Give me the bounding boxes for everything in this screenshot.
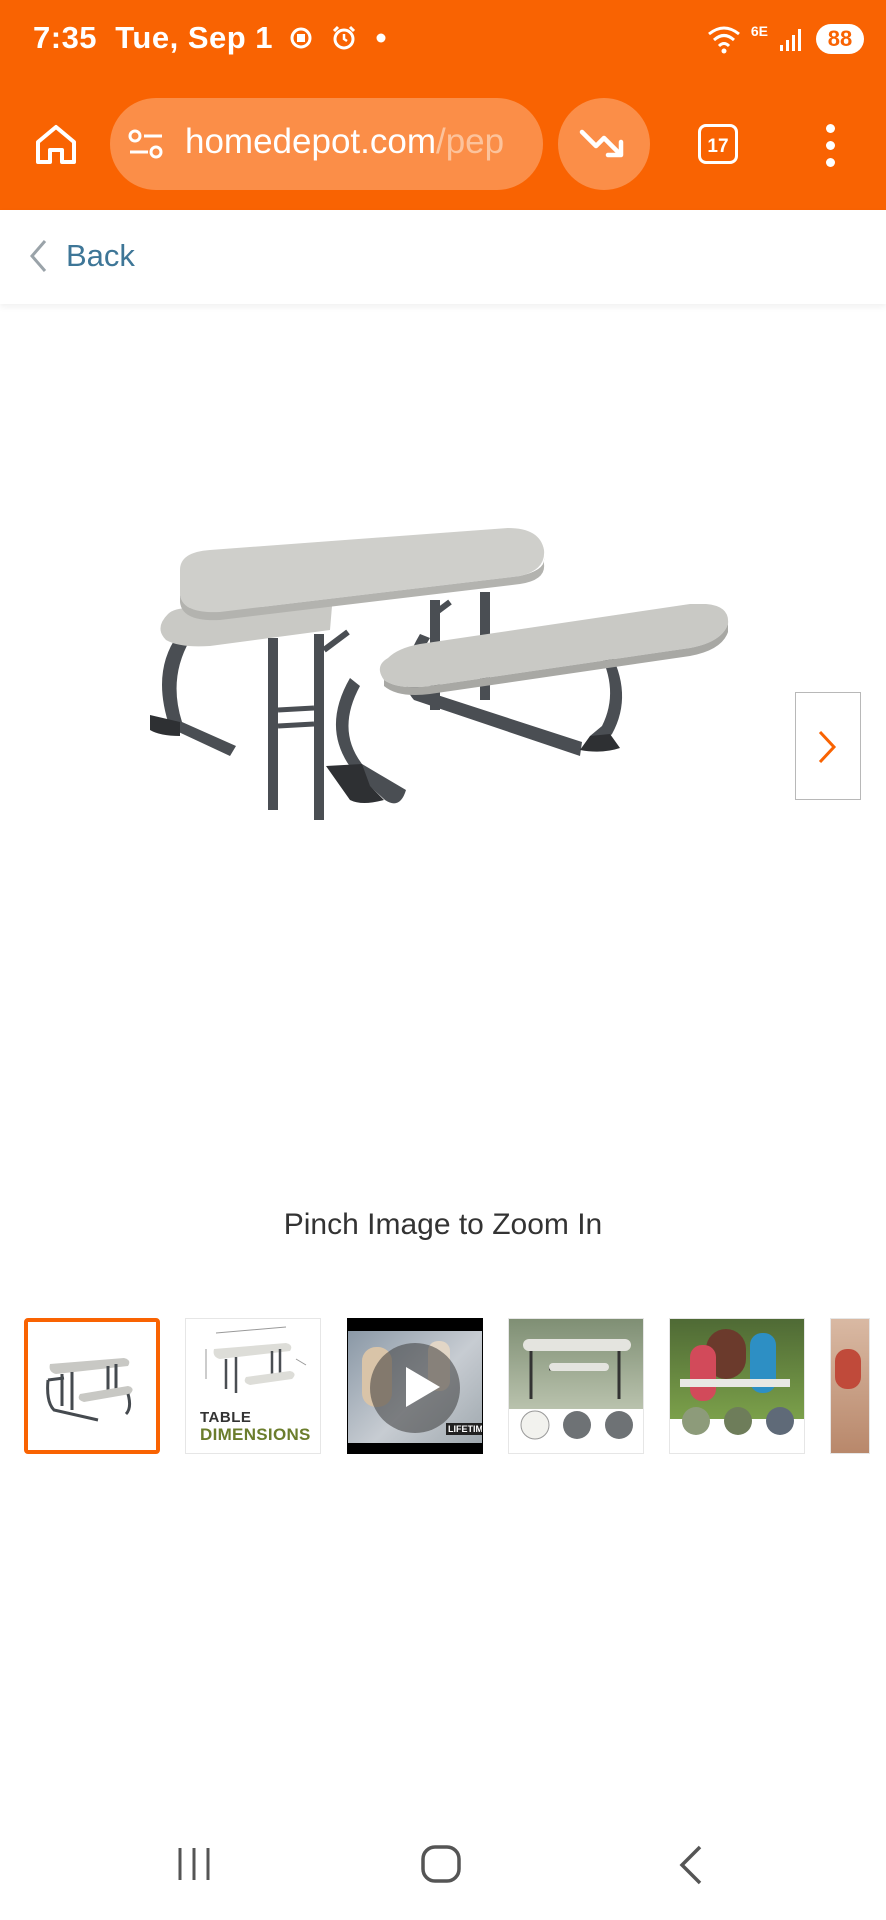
status-bar: 7:35 Tue, Sep 1 6E 88 bbox=[0, 0, 886, 84]
back-nav-icon[interactable] bbox=[676, 1844, 706, 1886]
dot-indicator-icon bbox=[376, 33, 386, 43]
battery-indicator: 88 bbox=[816, 24, 864, 54]
network-label: 6E bbox=[750, 23, 768, 39]
play-icon bbox=[406, 1367, 440, 1407]
thumbnail-2[interactable]: TABLE DIMENSIONS bbox=[185, 1318, 321, 1454]
thumbnail-caption-line2: DIMENSIONS bbox=[200, 1425, 311, 1444]
next-image-button[interactable] bbox=[795, 692, 861, 800]
thumbnail-4[interactable] bbox=[508, 1318, 644, 1454]
thumbnail-caption-line1: TABLE bbox=[200, 1409, 252, 1426]
wifi-icon bbox=[707, 26, 740, 54]
thumbnail-strip: TABLE DIMENSIONS LIFETIME bbox=[24, 1318, 886, 1458]
recent-apps-icon[interactable] bbox=[174, 1844, 214, 1884]
product-image[interactable] bbox=[150, 510, 750, 990]
thumbnail-product-image bbox=[46, 1358, 133, 1422]
trending-down-icon bbox=[579, 129, 624, 158]
back-button[interactable]: Back bbox=[28, 238, 135, 274]
tab-switcher-button[interactable]: 17 bbox=[698, 124, 738, 164]
chevron-left-icon bbox=[30, 240, 47, 272]
thumbnail-6[interactable] bbox=[830, 1318, 870, 1454]
back-label: Back bbox=[66, 238, 135, 273]
thumbnail-dimensions-image bbox=[205, 1326, 307, 1393]
status-time: 7:35 Tue, Sep 1 bbox=[33, 20, 274, 55]
home-nav-icon[interactable] bbox=[420, 1844, 462, 1884]
thumbnail-lifestyle-circles bbox=[682, 1407, 794, 1435]
thumbnail-features-image bbox=[520, 1339, 633, 1440]
system-nav-bar bbox=[0, 1810, 886, 1920]
browser-toolbar: homedepot.com/pep 17 bbox=[0, 84, 886, 210]
back-bar: Back bbox=[0, 210, 886, 304]
chevron-right-icon bbox=[818, 730, 837, 764]
tab-count: 17 bbox=[707, 136, 729, 157]
more-menu-icon[interactable] bbox=[820, 124, 840, 170]
app-notification-icon bbox=[290, 27, 312, 49]
thumbnail-1[interactable] bbox=[24, 1318, 160, 1454]
video-badge: LIFETIME bbox=[446, 1423, 482, 1435]
thumbnail-3-video[interactable]: LIFETIME bbox=[347, 1318, 483, 1454]
zoom-hint: Pinch Image to Zoom In bbox=[283, 1208, 603, 1241]
url-bar[interactable]: homedepot.com/pep bbox=[110, 98, 543, 190]
home-icon[interactable] bbox=[32, 120, 80, 168]
signal-icon bbox=[780, 29, 801, 51]
price-tracking-button[interactable] bbox=[558, 98, 650, 190]
thumbnail-5[interactable] bbox=[669, 1318, 805, 1454]
alarm-icon bbox=[332, 25, 356, 50]
url-text[interactable]: homedepot.com/pep bbox=[185, 122, 525, 162]
site-settings-icon[interactable] bbox=[128, 128, 164, 160]
status-notification-icons bbox=[290, 24, 386, 52]
